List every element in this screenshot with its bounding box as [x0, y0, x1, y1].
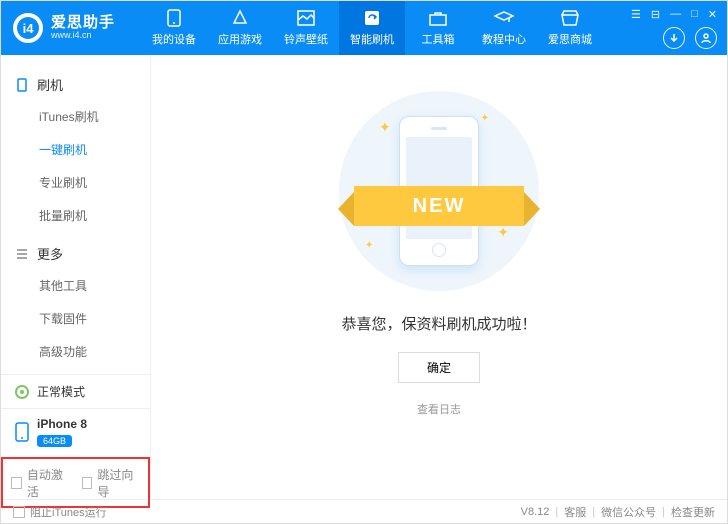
- title-bar: i4 爱思助手 www.i4.cn 我的设备 应用游戏 铃声壁纸 智能刷机 工具…: [1, 1, 727, 55]
- phone-icon: [167, 9, 181, 27]
- section-title: 刷机: [37, 75, 63, 94]
- nav-toolbox[interactable]: 工具箱: [405, 1, 471, 55]
- user-button[interactable]: [695, 27, 717, 49]
- main-nav: 我的设备 应用游戏 铃声壁纸 智能刷机 工具箱 教程中心 爱思商城: [141, 1, 603, 55]
- sidebar-item-itunes-flash[interactable]: iTunes刷机: [1, 100, 150, 133]
- main-content: ✦ ✦ ✦ ✦ NEW 恭喜您，保资料刷机成功啦！ 确定 查看日志: [151, 55, 727, 499]
- device-storage: 64GB: [37, 435, 72, 447]
- sparkle-icon: ✦: [497, 224, 509, 241]
- list-icon: [15, 247, 29, 261]
- sidebar-section-flash[interactable]: 刷机: [1, 69, 150, 100]
- sidebar-item-download-firmware[interactable]: 下载固件: [1, 302, 150, 335]
- app-subtitle: www.i4.cn: [51, 31, 115, 41]
- mode-status-icon: [15, 385, 29, 399]
- nav-label: 爱思商城: [548, 31, 592, 47]
- check-update-link[interactable]: 检查更新: [671, 504, 715, 520]
- sparkle-icon: ✦: [379, 119, 391, 136]
- nav-label: 铃声壁纸: [284, 31, 328, 47]
- checkbox-label: 自动激活: [27, 466, 70, 500]
- new-ribbon: NEW: [354, 186, 524, 226]
- maximize-button[interactable]: □: [691, 8, 698, 21]
- sidebar-item-advanced[interactable]: 高级功能: [1, 335, 150, 368]
- window-buttons: ☰ ⊟ — □ ✕: [631, 8, 717, 21]
- wechat-link[interactable]: 微信公众号: [601, 504, 656, 520]
- phone-icon: [15, 422, 29, 442]
- checkbox-label: 跳过向导: [97, 466, 140, 500]
- mode-label: 正常模式: [37, 383, 85, 400]
- device-icon: [15, 78, 29, 92]
- section-title: 更多: [37, 244, 63, 263]
- nav-flash[interactable]: 智能刷机: [339, 1, 405, 55]
- nav-label: 应用游戏: [218, 31, 262, 47]
- nav-label: 我的设备: [152, 31, 196, 47]
- auto-activate-checkbox[interactable]: 自动激活: [11, 466, 70, 500]
- app-logo: i4 爱思助手 www.i4.cn: [13, 13, 141, 43]
- nav-ringtones[interactable]: 铃声壁纸: [273, 1, 339, 55]
- nav-tutorials[interactable]: 教程中心: [471, 1, 537, 55]
- logo-mark: i4: [17, 17, 39, 39]
- store-icon: [561, 9, 579, 27]
- flash-options: 自动激活 跳过向导: [1, 457, 150, 508]
- sparkle-icon: ✦: [481, 113, 489, 124]
- ribbon-text: NEW: [354, 186, 524, 226]
- nav-label: 教程中心: [482, 31, 526, 47]
- nav-label: 智能刷机: [350, 31, 394, 47]
- logo-badge-icon: i4: [13, 13, 43, 43]
- toolbox-icon: [429, 9, 447, 27]
- minimize-button[interactable]: —: [670, 8, 681, 21]
- nav-label: 工具箱: [422, 31, 455, 47]
- device-name: iPhone 8: [37, 417, 87, 431]
- wallpaper-icon: [297, 9, 315, 27]
- sidebar-section-more[interactable]: 更多: [1, 238, 150, 269]
- version-label: V8.12: [521, 506, 550, 518]
- app-title: 爱思助手: [51, 15, 115, 32]
- close-button[interactable]: ✕: [708, 8, 717, 21]
- success-message: 恭喜您，保资料刷机成功啦！: [341, 313, 536, 334]
- skip-guide-checkbox[interactable]: 跳过向导: [82, 466, 141, 500]
- flash-icon: [363, 9, 381, 27]
- sidebar-item-batch-flash[interactable]: 批量刷机: [1, 199, 150, 232]
- menu-icon[interactable]: ☰: [631, 8, 641, 21]
- sidebar-item-oneclick-flash[interactable]: 一键刷机: [1, 133, 150, 166]
- sidebar-item-pro-flash[interactable]: 专业刷机: [1, 166, 150, 199]
- confirm-button[interactable]: 确定: [398, 352, 480, 383]
- download-button[interactable]: [663, 27, 685, 49]
- apps-icon: [231, 9, 249, 27]
- device-mode[interactable]: 正常模式: [1, 374, 150, 408]
- block-itunes-checkbox[interactable]: 阻止iTunes运行: [13, 504, 107, 520]
- nav-store[interactable]: 爱思商城: [537, 1, 603, 55]
- view-log-link[interactable]: 查看日志: [417, 401, 461, 417]
- nav-devices[interactable]: 我的设备: [141, 1, 207, 55]
- sparkle-icon: ✦: [365, 240, 373, 251]
- sidebar-item-other-tools[interactable]: 其他工具: [1, 269, 150, 302]
- device-info[interactable]: iPhone 8 64GB: [1, 408, 150, 457]
- nav-apps[interactable]: 应用游戏: [207, 1, 273, 55]
- support-link[interactable]: 客服: [564, 504, 586, 520]
- pin-icon[interactable]: ⊟: [651, 8, 660, 21]
- tutorial-icon: [494, 9, 514, 27]
- success-illustration: ✦ ✦ ✦ ✦ NEW: [339, 91, 539, 291]
- checkbox-label: 阻止iTunes运行: [30, 504, 107, 520]
- sidebar: 刷机 iTunes刷机 一键刷机 专业刷机 批量刷机 更多 其他工具 下载固件 …: [1, 55, 151, 499]
